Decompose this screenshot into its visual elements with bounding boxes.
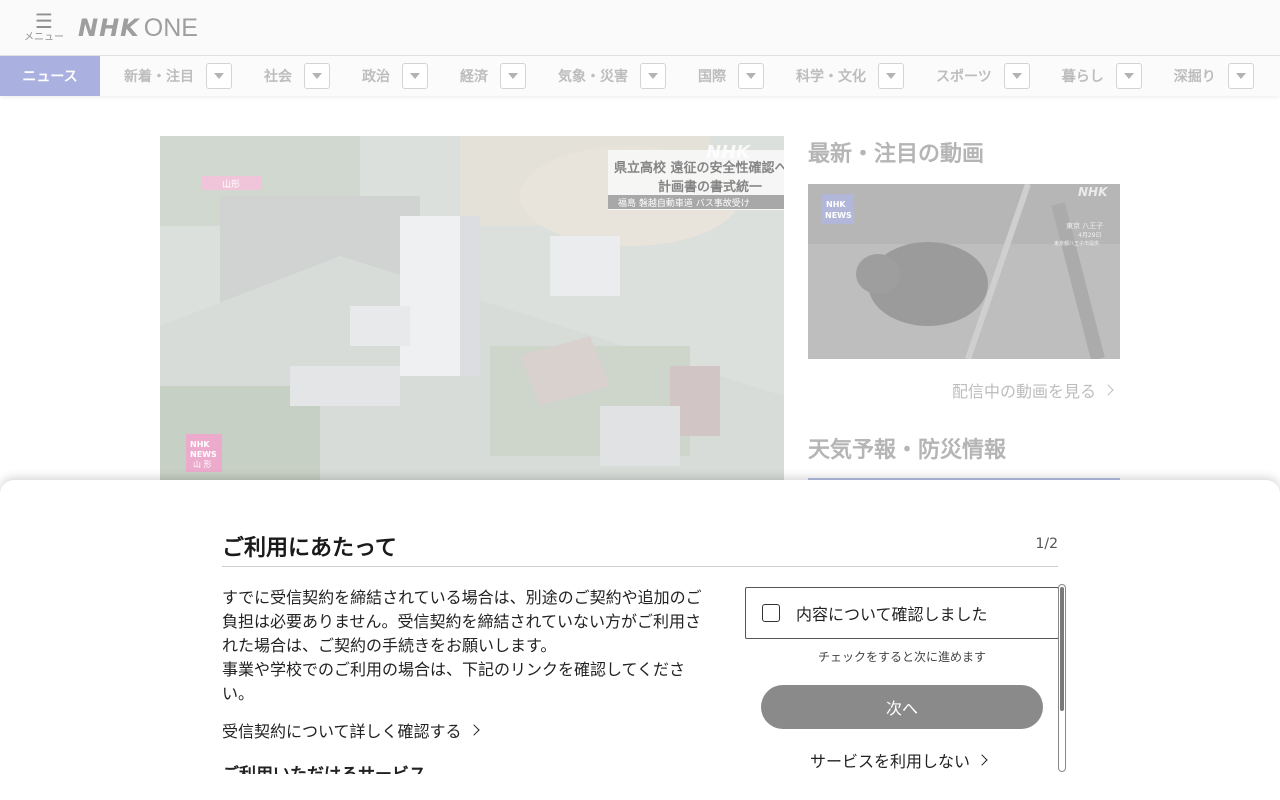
terms-bottom-sheet: ご利用にあたって 1/2 すでに受信契約を締結されている場合は、別途のご契約や追…: [0, 480, 1280, 800]
step-indicator: 1/2: [1035, 536, 1058, 552]
confirm-checkbox-row[interactable]: 内容について確認しました: [745, 587, 1059, 639]
chevron-right-icon: [976, 754, 988, 766]
terms-paragraph-2: 事業や学校でのご利用の場合は、下記のリンクを確認してください。: [222, 660, 686, 703]
decline-service-link[interactable]: サービスを利用しない: [810, 748, 988, 772]
terms-paragraph-1: すでに受信契約を締結されている場合は、別途のご契約や追加のご負担は必要ありません…: [222, 588, 702, 655]
confirm-checkbox[interactable]: [762, 604, 780, 622]
next-button[interactable]: 次へ: [761, 685, 1043, 729]
confirm-label: 内容について確認しました: [796, 605, 988, 624]
scrollbar-thumb[interactable]: [1060, 587, 1064, 711]
contract-details-link[interactable]: 受信契約について詳しく確認する: [222, 718, 480, 742]
decline-service-label: サービスを利用しない: [810, 752, 971, 771]
modal-divider: [222, 566, 1058, 567]
checkbox-hint: チェックをすると次に進めます: [817, 650, 986, 664]
services-heading: ご利用いただけるサービス: [222, 764, 426, 774]
modal-title: ご利用にあたって: [222, 536, 397, 561]
chevron-right-icon: [467, 724, 480, 736]
modal-scrollbar[interactable]: [1058, 584, 1066, 772]
terms-body: すでに受信契約を締結されている場合は、別途のご契約や追加のご負担は必要ありません…: [222, 586, 706, 706]
contract-link-label: 受信契約について詳しく確認する: [222, 722, 462, 741]
